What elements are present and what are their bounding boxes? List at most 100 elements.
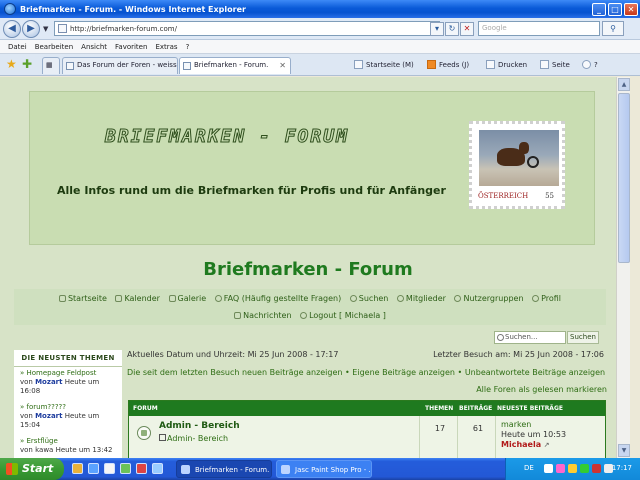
menu-ansicht[interactable]: Ansicht: [81, 43, 107, 51]
page-menu-icon: [540, 60, 549, 69]
close-tab-icon[interactable]: ✕: [279, 58, 286, 73]
page-button[interactable]: Seite: [540, 60, 570, 69]
topic-by: von: [20, 412, 36, 420]
col-themen: THEMEN: [425, 405, 454, 412]
tray-security-icon[interactable]: [592, 464, 601, 473]
menu-extras[interactable]: Extras: [155, 43, 177, 51]
quicklaunch-ie-icon[interactable]: [88, 463, 99, 474]
quicklaunch-folder-icon[interactable]: [72, 463, 83, 474]
address-field[interactable]: http://briefmarken-forum.com/: [54, 21, 440, 36]
start-button[interactable]: Start: [0, 458, 64, 480]
nav-profil[interactable]: Profil: [532, 294, 561, 303]
tray-update-icon[interactable]: [580, 464, 589, 473]
menu-datei[interactable]: Datei: [8, 43, 27, 51]
stop-icon[interactable]: ✕: [460, 22, 474, 36]
beitraege-count: 61: [472, 424, 484, 433]
taskbar-item-paintshop[interactable]: Jasc Paint Shop Pro - ...: [276, 460, 372, 478]
forum-search-input[interactable]: Suchen...: [494, 331, 566, 344]
quicklaunch-app-icon[interactable]: [120, 463, 131, 474]
tray-app-icon[interactable]: [556, 464, 565, 473]
nav-startseite[interactable]: Startseite: [58, 294, 107, 303]
last-post-user[interactable]: Michaela: [501, 440, 541, 449]
topic-user[interactable]: Mozart: [35, 378, 62, 386]
site-title[interactable]: Briefmarken - Forum: [0, 259, 616, 280]
list-item: » Erstflüge von kawa Heute um 13:42: [14, 435, 122, 457]
nav-suchen[interactable]: Suchen: [349, 294, 388, 303]
tab-favicon: [66, 62, 74, 70]
nav-kalender[interactable]: Kalender: [115, 294, 160, 303]
link-own-posts[interactable]: Eigene Beiträge anzeigen: [352, 368, 455, 377]
topic-user[interactable]: Mozart: [35, 412, 62, 420]
topic-link[interactable]: » forum?????: [20, 403, 118, 412]
list-item: » forum????? von Mozart Heute um 15:04: [14, 401, 122, 432]
add-favorite-icon[interactable]: ✚: [22, 58, 32, 70]
back-button[interactable]: ◀: [3, 19, 21, 38]
last-post-title[interactable]: marken: [501, 420, 566, 430]
quicklaunch-messenger-icon[interactable]: [152, 463, 163, 474]
history-dropdown-icon[interactable]: ▼: [43, 25, 51, 33]
column-divider: [419, 416, 420, 458]
table-row: Admin - Bereich Admin- Bereich 17 61 mar…: [129, 416, 605, 458]
scroll-thumb[interactable]: [618, 93, 630, 263]
subforum-link[interactable]: Admin- Bereich: [159, 434, 228, 443]
nav-galerie[interactable]: Galerie: [168, 294, 206, 303]
list-item: » Homepage Feldpost von Mozart Heute um …: [14, 367, 122, 398]
link-unanswered[interactable]: Unbeantwortete Beiträge anzeigen: [465, 368, 605, 377]
nav-mitglieder[interactable]: Mitglieder: [396, 294, 446, 303]
address-toolbar: ◀ ▶ ▼ http://briefmarken-forum.com/ ▾ ↻ …: [0, 18, 640, 40]
forum-read-icon: [137, 426, 151, 440]
menu-bearbeiten[interactable]: Bearbeiten: [35, 43, 73, 51]
search-input[interactable]: Google: [478, 21, 600, 36]
language-indicator[interactable]: DE: [524, 464, 534, 472]
nav-nachrichten[interactable]: Nachrichten: [234, 311, 292, 320]
nav-nutzergruppen[interactable]: Nutzergruppen: [454, 294, 524, 303]
home-button[interactable]: Startseite (M): [354, 60, 414, 69]
topic-link[interactable]: » Homepage Feldpost: [20, 369, 118, 378]
vertical-scrollbar[interactable]: ▲ ▼: [616, 77, 630, 458]
quicklaunch-media-icon[interactable]: [136, 463, 147, 474]
topic-link[interactable]: » Erstflüge: [20, 437, 118, 446]
tab-favicon: [183, 62, 191, 70]
print-button[interactable]: Drucken: [486, 60, 527, 69]
scroll-down-icon[interactable]: ▼: [618, 444, 630, 457]
clock[interactable]: 17:17: [612, 464, 632, 472]
minimize-button[interactable]: _: [592, 2, 606, 16]
tab-briefmarken-forum[interactable]: Briefmarken - Forum. ✕: [179, 57, 291, 74]
tab-label: Briefmarken - Forum.: [194, 61, 269, 69]
forward-button[interactable]: ▶: [22, 19, 40, 38]
topic-user[interactable]: kawa: [35, 446, 53, 454]
forum-name-link[interactable]: Admin - Bereich: [159, 421, 240, 431]
forum-search-button[interactable]: Suchen: [567, 331, 599, 344]
window-border: [630, 77, 640, 458]
refresh-icon[interactable]: ↻: [445, 22, 459, 36]
tab-label: Das Forum der Foren - weiss...: [77, 61, 178, 69]
maximize-button[interactable]: □: [608, 2, 622, 16]
search-go-icon[interactable]: ⚲: [602, 21, 624, 36]
favorites-star-icon[interactable]: ★: [6, 58, 17, 70]
printer-icon: [486, 60, 495, 69]
current-datetime: Aktuelles Datum und Uhrzeit: Mi 25 Jun 2…: [127, 350, 339, 359]
tab-forum-der-foren[interactable]: Das Forum der Foren - weiss...: [62, 57, 178, 74]
stamp-country: ÖSTERREICH: [478, 192, 529, 200]
tray-network-icon[interactable]: [544, 464, 553, 473]
menu-favoriten[interactable]: Favoriten: [115, 43, 147, 51]
nav-line-2: Nachrichten Logout [ Michaela ]: [14, 311, 606, 320]
goto-post-icon[interactable]: ↗: [544, 441, 550, 449]
menu-help[interactable]: ?: [186, 43, 190, 51]
tab-bar: ★ ✚ ▦ Das Forum der Foren - weiss... Bri…: [0, 54, 640, 76]
tools-button[interactable]: ?: [582, 60, 598, 69]
taskbar-item-ie[interactable]: Briefmarken - Forum. ...: [176, 460, 272, 478]
nav-faq[interactable]: FAQ (Häufig gestellte Fragen): [214, 294, 341, 303]
link-new-posts[interactable]: Die seit dem letzten Besuch neuen Beiträ…: [127, 368, 342, 377]
tray-shield-icon[interactable]: [568, 464, 577, 473]
sulky-wheel-shape: [527, 156, 539, 168]
close-window-button[interactable]: ✕: [624, 2, 638, 16]
system-tray: DE 17:17: [505, 458, 640, 480]
mark-all-read-link[interactable]: Alle Foren als gelesen markieren: [476, 385, 607, 394]
nav-logout[interactable]: Logout [ Michaela ]: [300, 311, 386, 320]
address-dropdown-icon[interactable]: ▾: [430, 22, 444, 36]
quick-tabs-icon[interactable]: ▦: [42, 57, 60, 74]
quicklaunch-desktop-icon[interactable]: [104, 463, 115, 474]
scroll-up-icon[interactable]: ▲: [618, 78, 630, 91]
feeds-button[interactable]: Feeds (J): [427, 60, 469, 69]
